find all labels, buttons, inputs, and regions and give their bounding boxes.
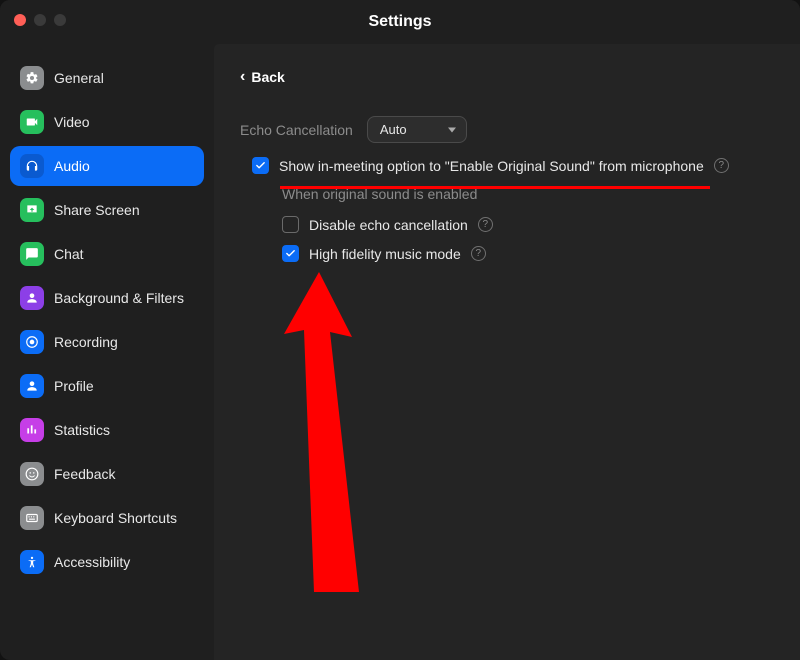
high-fidelity-music-mode-label: High fidelity music mode <box>309 246 461 262</box>
help-icon[interactable]: ? <box>714 158 729 173</box>
sidebar-item-label: Keyboard Shortcuts <box>54 510 177 526</box>
show-original-sound-checkbox[interactable] <box>252 157 269 174</box>
help-icon[interactable]: ? <box>478 217 493 232</box>
window-title: Settings <box>368 13 431 31</box>
settings-sidebar: General Video Audio Share Screen <box>0 44 214 660</box>
gear-icon <box>20 66 44 90</box>
sidebar-item-chat[interactable]: Chat <box>10 234 204 274</box>
sidebar-item-background-filters[interactable]: Background & Filters <box>10 278 204 318</box>
accessibility-icon <box>20 550 44 574</box>
window-body: General Video Audio Share Screen <box>0 44 800 660</box>
annotation-arrow <box>274 272 364 592</box>
high-fidelity-music-mode-row: High fidelity music mode ? <box>282 245 774 262</box>
keyboard-icon <box>20 506 44 530</box>
sidebar-item-statistics[interactable]: Statistics <box>10 410 204 450</box>
disable-echo-cancellation-label: Disable echo cancellation <box>309 217 468 233</box>
sidebar-item-label: Feedback <box>54 466 115 482</box>
sidebar-item-label: Accessibility <box>54 554 130 570</box>
user-background-icon <box>20 286 44 310</box>
sidebar-item-label: Recording <box>54 334 118 350</box>
high-fidelity-music-mode-checkbox[interactable] <box>282 245 299 262</box>
close-window-button[interactable] <box>14 14 26 26</box>
sidebar-item-label: General <box>54 70 104 86</box>
sidebar-item-keyboard-shortcuts[interactable]: Keyboard Shortcuts <box>10 498 204 538</box>
echo-cancellation-select[interactable]: Auto <box>367 116 467 143</box>
window-controls <box>14 14 66 26</box>
sidebar-item-profile[interactable]: Profile <box>10 366 204 406</box>
video-camera-icon <box>20 110 44 134</box>
sidebar-item-label: Share Screen <box>54 202 140 218</box>
chat-bubble-icon <box>20 242 44 266</box>
disable-echo-cancellation-row: Disable echo cancellation ? <box>282 216 774 233</box>
sidebar-item-accessibility[interactable]: Accessibility <box>10 542 204 582</box>
disable-echo-cancellation-checkbox[interactable] <box>282 216 299 233</box>
settings-window: Settings General Video Audio <box>0 0 800 660</box>
sidebar-item-audio[interactable]: Audio <box>10 146 204 186</box>
back-label: Back <box>251 69 284 85</box>
settings-main-panel: ‹ Back Echo Cancellation Auto Show in-me… <box>214 44 800 660</box>
show-original-sound-row: Show in-meeting option to "Enable Origin… <box>252 157 774 174</box>
smiley-icon <box>20 462 44 486</box>
echo-cancellation-label: Echo Cancellation <box>240 122 353 138</box>
sidebar-item-label: Audio <box>54 158 90 174</box>
zoom-window-button[interactable] <box>54 14 66 26</box>
sidebar-item-feedback[interactable]: Feedback <box>10 454 204 494</box>
record-icon <box>20 330 44 354</box>
sidebar-item-recording[interactable]: Recording <box>10 322 204 362</box>
help-icon[interactable]: ? <box>471 246 486 261</box>
sidebar-item-label: Background & Filters <box>54 290 184 306</box>
headphones-icon <box>20 154 44 178</box>
minimize-window-button[interactable] <box>34 14 46 26</box>
original-sound-subheading: When original sound is enabled <box>282 186 774 202</box>
sidebar-item-video[interactable]: Video <box>10 102 204 142</box>
show-original-sound-label: Show in-meeting option to "Enable Origin… <box>279 158 704 174</box>
sidebar-item-share-screen[interactable]: Share Screen <box>10 190 204 230</box>
back-button[interactable]: ‹ Back <box>240 68 285 86</box>
sidebar-item-general[interactable]: General <box>10 58 204 98</box>
sidebar-item-label: Statistics <box>54 422 110 438</box>
titlebar: Settings <box>0 0 800 44</box>
profile-icon <box>20 374 44 398</box>
echo-cancellation-value: Auto <box>380 122 407 137</box>
sidebar-item-label: Profile <box>54 378 94 394</box>
sidebar-item-label: Chat <box>54 246 84 262</box>
echo-cancellation-row: Echo Cancellation Auto <box>240 116 774 143</box>
sidebar-item-label: Video <box>54 114 90 130</box>
chevron-left-icon: ‹ <box>240 68 245 86</box>
bar-chart-icon <box>20 418 44 442</box>
share-screen-icon <box>20 198 44 222</box>
